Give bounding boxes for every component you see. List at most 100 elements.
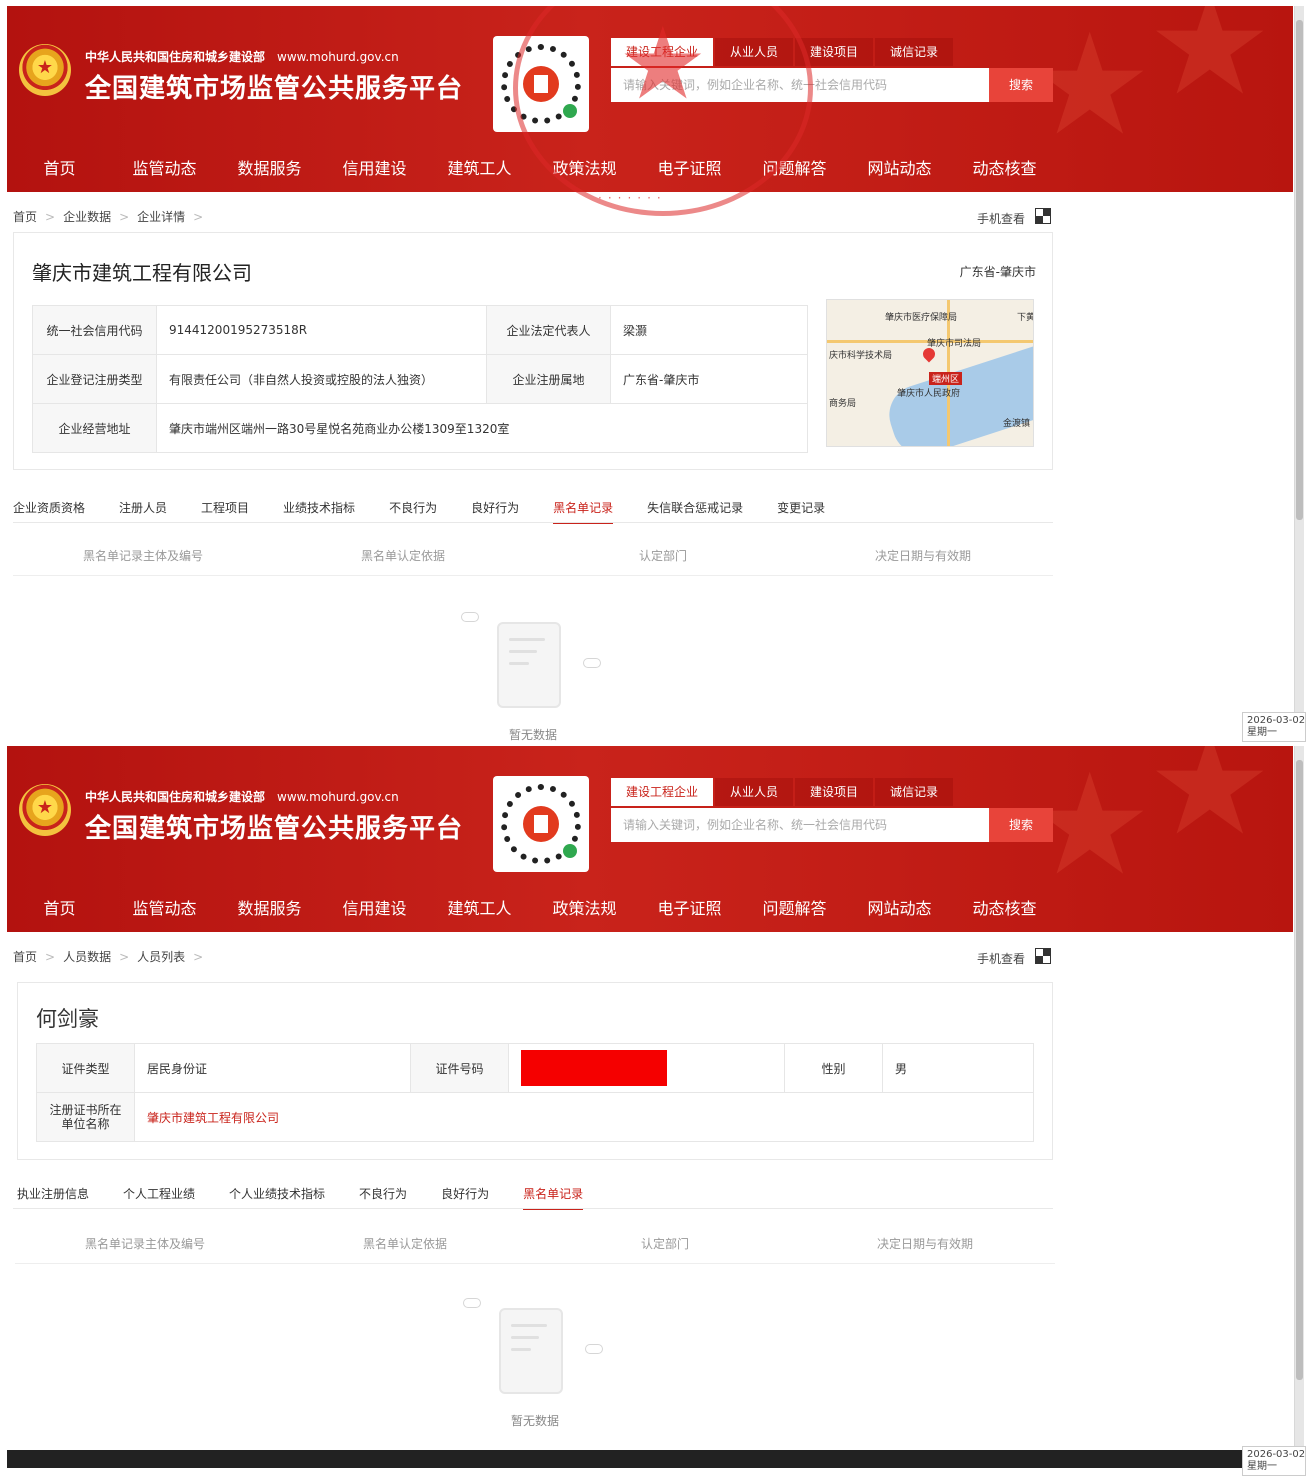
scrollbar-thumb[interactable] [1296,760,1303,1380]
ministry-url[interactable]: www.mohurd.gov.cn [277,790,399,804]
mini-program-qr-icon [493,36,589,132]
tab-blacklist[interactable]: 黑名单记录 [523,1180,584,1210]
column-basis: 黑名单认定依据 [360,549,445,563]
map-label: 商务局 [829,399,857,409]
nav-item-credit[interactable]: 信用建设 [322,146,427,192]
search-box: 建设工程企业 从业人员 建设项目 诚信记录 请输入关键词，例如企业名称、统一社会… [611,38,1053,102]
tab-good-behavior[interactable]: 良好行为 [471,494,519,524]
qr-code-icon[interactable] [1035,208,1051,224]
date-text: 2026-03-02 [1247,1449,1306,1460]
nav-item-news[interactable]: 监管动态 [112,886,217,932]
platform-title[interactable]: 全国建筑市场监管公共服务平台 [85,808,463,845]
map-label: 肇庆市司法局 [927,339,982,349]
nav-item-data[interactable]: 数据服务 [217,146,322,192]
cert-company-link[interactable]: 肇庆市建筑工程有限公司 [134,1092,1034,1142]
nav-item-policy[interactable]: 政策法规 [532,886,637,932]
redaction-block [521,1050,667,1086]
company-region: 广东省-肇庆市 [959,265,1036,279]
nav-item-faq[interactable]: 问题解答 [742,146,847,192]
nav-item-data[interactable]: 数据服务 [217,886,322,932]
breadcrumb-home[interactable]: 首页 [13,950,37,964]
tab-bad-behavior[interactable]: 不良行为 [359,1180,407,1210]
empty-document-icon [499,1308,563,1394]
star-decoration-icon: ★ [1147,746,1273,867]
company-location-map[interactable]: 肇庆市医疗保障局 肇庆市司法局 庆市科学技术局 端州区 肇庆市人民政府 商务局 … [826,299,1034,447]
search-tab-staff[interactable]: 从业人员 [715,778,794,806]
breadcrumb-staff-list[interactable]: 人员列表 [137,950,185,964]
search-tab-project[interactable]: 建设项目 [795,778,874,806]
tab-good-behavior[interactable]: 良好行为 [441,1180,489,1210]
breadcrumb-company-detail: 企业详情 [137,210,186,224]
nav-item-workers[interactable]: 建筑工人 [427,146,532,192]
id-type-label: 证件类型 [36,1043,135,1093]
scrollbar[interactable] [1294,6,1304,742]
nav-item-verify[interactable]: 动态核查 [952,886,1057,932]
empty-text: 暂无数据 [510,1414,559,1428]
tab-projects[interactable]: 工程项目 [201,494,249,524]
nav-item-news[interactable]: 监管动态 [112,146,217,192]
search-button[interactable]: 搜索 [989,808,1053,842]
tab-change-records[interactable]: 变更记录 [777,494,825,524]
tab-qualifications[interactable]: 企业资质资格 [13,494,85,524]
tab-practice-registration[interactable]: 执业注册信息 [17,1180,89,1210]
chevron-right-icon: > [193,950,204,964]
platform-title[interactable]: 全国建筑市场监管公共服务平台 [85,68,463,105]
chevron-right-icon: > [119,210,130,224]
nav-item-home[interactable]: 首页 [7,146,112,192]
column-department: 认定部门 [638,549,687,563]
mobile-view-link[interactable]: 手机查看 [977,210,1025,227]
nav-item-workers[interactable]: 建筑工人 [427,886,532,932]
tab-registered-staff[interactable]: 注册人员 [119,494,167,524]
gender-label: 性别 [784,1043,883,1093]
ministry-url[interactable]: www.mohurd.gov.cn [277,50,399,64]
nav-item-home[interactable]: 首页 [7,886,112,932]
breadcrumb-staff-data[interactable]: 人员数据 [63,950,111,964]
nav-item-policy[interactable]: 政策法规 [532,146,637,192]
search-input[interactable]: 请输入关键词，例如企业名称、统一社会信用代码 [611,68,989,102]
chevron-right-icon: > [45,950,56,964]
breadcrumb-home[interactable]: 首页 [13,210,37,224]
nav-item-verify[interactable]: 动态核查 [952,146,1057,192]
search-tab-project[interactable]: 建设项目 [795,38,874,66]
nav-item-e-license[interactable]: 电子证照 [637,886,742,932]
search-tab-company[interactable]: 建设工程企业 [611,778,714,806]
breadcrumb-company-data[interactable]: 企业数据 [63,210,111,224]
cloud-icon [585,1344,603,1354]
nav-item-faq[interactable]: 问题解答 [742,886,847,932]
nav-item-site-news[interactable]: 网站动态 [847,886,952,932]
breadcrumb: 首页 > 人员数据 > 人员列表 > [13,948,211,965]
search-tab-credit[interactable]: 诚信记录 [875,38,954,66]
mobile-view-link[interactable]: 手机查看 [977,950,1025,967]
nav-item-credit[interactable]: 信用建设 [322,886,427,932]
breadcrumb: 首页 > 企业数据 > 企业详情 > [13,208,211,225]
empty-text: 暂无数据 [508,728,557,742]
chevron-right-icon: > [119,950,130,964]
tab-blacklist[interactable]: 黑名单记录 [553,494,614,524]
cert-company-label: 注册证书所在 单位名称 [36,1092,135,1142]
search-tab-credit[interactable]: 诚信记录 [875,778,954,806]
tab-personal-projects[interactable]: 个人工程业绩 [123,1180,195,1210]
search-tab-staff[interactable]: 从业人员 [715,38,794,66]
nav-item-site-news[interactable]: 网站动态 [847,146,952,192]
company-info-card: 肇庆市建筑工程有限公司 广东省-肇庆市 统一社会信用代码 91441200195… [13,232,1053,470]
reg-type-label: 企业登记注册类型 [32,354,157,404]
search-input[interactable]: 请输入关键词，例如企业名称、统一社会信用代码 [611,808,989,842]
scrollbar-thumb[interactable] [1296,20,1303,520]
map-label: 庆市科学技术局 [829,351,893,361]
id-number-label: 证件号码 [410,1043,509,1093]
tab-joint-punishment[interactable]: 失信联合惩戒记录 [647,494,743,524]
scrollbar[interactable] [1294,746,1304,1450]
column-subject: 黑名单记录主体及编号 [84,1237,205,1251]
search-tabs: 建设工程企业 从业人员 建设项目 诚信记录 [611,38,955,66]
tab-bad-behavior[interactable]: 不良行为 [389,494,437,524]
column-subject: 黑名单记录主体及编号 [82,549,203,563]
date-text: 2026-03-02 [1247,715,1306,726]
search-button[interactable]: 搜索 [989,68,1053,102]
qr-code-icon[interactable] [1035,948,1051,964]
person-name: 何剑豪 [36,1007,99,1031]
search-tab-company[interactable]: 建设工程企业 [611,38,714,66]
map-district-label: 端州区 [929,372,963,385]
nav-item-e-license[interactable]: 电子证照 [637,146,742,192]
tab-performance-indicators[interactable]: 业绩技术指标 [283,494,355,524]
tab-personal-indicators[interactable]: 个人业绩技术指标 [229,1180,325,1210]
